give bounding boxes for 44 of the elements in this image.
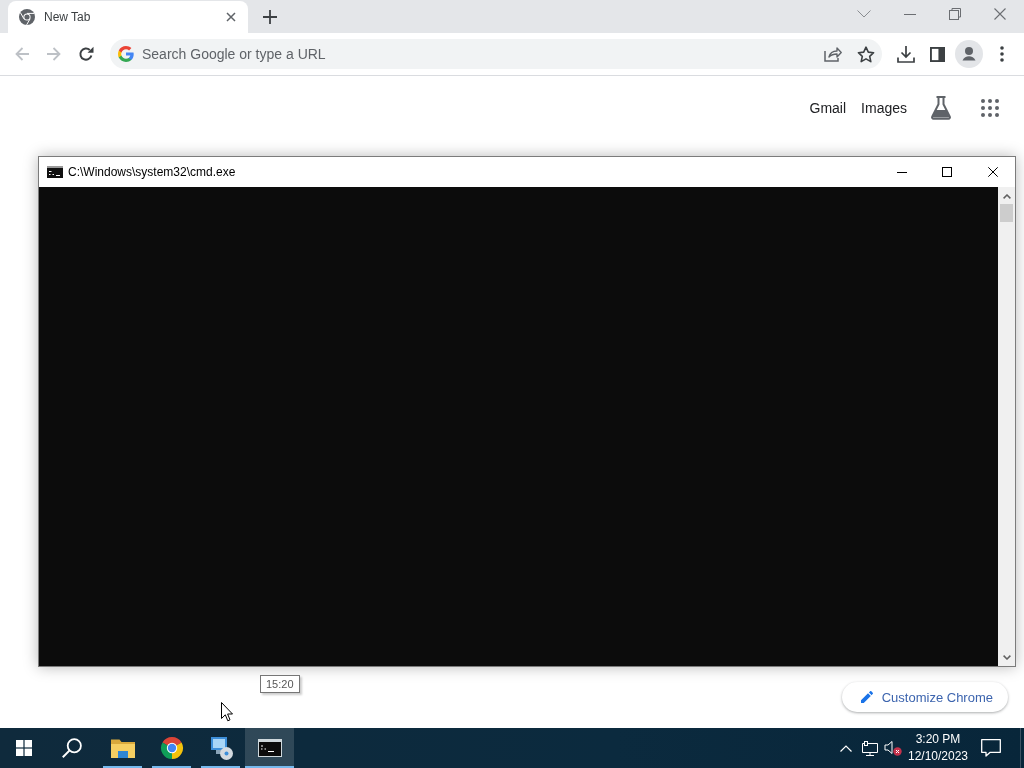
search-icon bbox=[62, 738, 82, 758]
address-bar[interactable]: Search Google or type a URL bbox=[110, 39, 882, 69]
maximize-icon[interactable] bbox=[942, 167, 952, 177]
tab[interactable]: New Tab bbox=[8, 1, 248, 33]
header-link[interactable]: Gmail bbox=[809, 100, 847, 116]
apps-grid-icon[interactable] bbox=[981, 99, 999, 117]
chevron-down-icon[interactable] bbox=[1002, 655, 1011, 660]
share-icon[interactable] bbox=[824, 46, 842, 62]
reload-icon[interactable] bbox=[78, 46, 94, 62]
browser-logo-icon bbox=[159, 736, 184, 760]
speaker-muted-icon[interactable] bbox=[884, 740, 902, 756]
mouse-pointer-icon bbox=[221, 702, 233, 722]
minimize-icon[interactable] bbox=[897, 171, 907, 173]
scrollbar[interactable] bbox=[998, 187, 1015, 666]
terminal-icon bbox=[257, 739, 282, 757]
tooltip: 15:20 bbox=[260, 675, 300, 693]
chevron-down-icon[interactable] bbox=[857, 10, 871, 18]
console-icon bbox=[47, 166, 63, 178]
star-icon[interactable] bbox=[857, 45, 875, 63]
restore-icon[interactable] bbox=[949, 8, 961, 20]
menu-icon[interactable] bbox=[1000, 46, 1004, 62]
flask-icon[interactable] bbox=[930, 96, 952, 120]
browser-logo-icon bbox=[19, 9, 35, 25]
scrollbar-thumb[interactable] bbox=[1000, 204, 1013, 222]
notification-icon[interactable] bbox=[981, 739, 1001, 757]
header-link[interactable]: Images bbox=[861, 100, 907, 116]
clock-date[interactable]: 12/10/2023 bbox=[907, 748, 969, 765]
avatar-icon[interactable] bbox=[955, 40, 983, 68]
plus-icon[interactable] bbox=[263, 9, 277, 24]
folder-icon bbox=[110, 738, 135, 758]
network-icon[interactable] bbox=[862, 740, 878, 756]
close-icon[interactable] bbox=[226, 12, 236, 22]
clock-time[interactable]: 3:20 PM bbox=[915, 731, 961, 748]
side-panel-icon[interactable] bbox=[930, 46, 945, 62]
windows-logo-icon bbox=[16, 740, 32, 756]
window-title: C:\Windows\system32\cmd.exe bbox=[68, 165, 236, 179]
pencil-icon bbox=[860, 691, 873, 703]
close-icon[interactable] bbox=[988, 167, 998, 177]
customize-button[interactable]: Customize Chrome bbox=[841, 682, 1008, 712]
taskbar-button[interactable] bbox=[245, 728, 294, 768]
g-logo-icon bbox=[118, 46, 134, 62]
monitor-disc-icon bbox=[208, 736, 233, 760]
download-icon[interactable] bbox=[897, 45, 915, 63]
address-field[interactable]: Search Google or type a URL bbox=[142, 46, 824, 62]
